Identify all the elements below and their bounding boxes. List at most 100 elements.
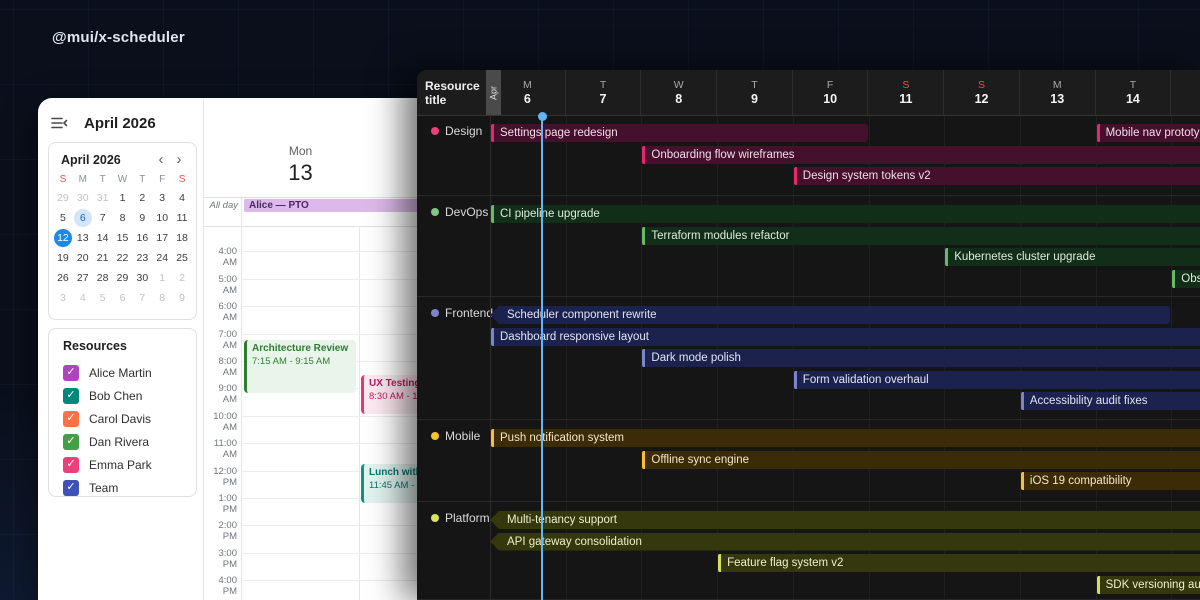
mini-calendar-day[interactable]: 30 (73, 188, 93, 207)
time-label: 3:00 PM (204, 548, 237, 570)
mini-calendar-day[interactable]: 6 (73, 208, 93, 227)
resource-checkbox[interactable]: ✓ (63, 365, 79, 381)
timeline-task-bar[interactable]: Feature flag system v2 (718, 554, 1200, 572)
mini-calendar-day[interactable]: 16 (132, 228, 152, 247)
timeline-task-bar[interactable]: Multi-tenancy support (490, 511, 1200, 529)
mini-calendar-day[interactable]: 20 (73, 248, 93, 267)
mini-calendar-day[interactable]: 3 (152, 188, 172, 207)
timeline-resource-row: DevOpsCI pipeline upgrade Terraform modul… (417, 196, 1200, 297)
mini-calendar-day[interactable]: 9 (172, 288, 192, 307)
mini-calendar-day[interactable]: 29 (53, 188, 73, 207)
mini-calendar-day[interactable]: 2 (172, 268, 192, 287)
mini-calendar-day-header: W (113, 171, 133, 187)
resource-name: Dan Rivera (89, 435, 149, 449)
mini-calendar-day[interactable]: 1 (152, 268, 172, 287)
timeline-day-header[interactable]: S11 (869, 70, 945, 115)
mini-calendar-day[interactable]: 24 (152, 248, 172, 267)
mini-calendar-day[interactable]: 21 (93, 248, 113, 267)
mini-calendar-day[interactable]: 14 (93, 228, 113, 247)
mini-calendar-day-header: T (132, 171, 152, 187)
prev-month-button[interactable]: ‹ (152, 152, 170, 168)
mini-calendar-day[interactable]: 29 (113, 268, 133, 287)
mini-calendar-day[interactable]: 2 (132, 188, 152, 207)
resource-item[interactable]: ✓ Dan Rivera (63, 430, 190, 453)
resource-checkbox[interactable]: ✓ (63, 457, 79, 473)
mini-calendar-day[interactable]: 30 (132, 268, 152, 287)
mini-calendar-day[interactable]: 15 (113, 228, 133, 247)
timeline-task-bar[interactable]: Scheduler component rewrite (490, 306, 1170, 324)
resource-checkbox[interactable]: ✓ (63, 388, 79, 404)
timeline-day-header[interactable]: T7 (566, 70, 642, 115)
resource-item[interactable]: ✓Emma Park (63, 453, 190, 476)
timeline-task-bar[interactable]: Dark mode polish (642, 349, 1200, 367)
mini-calendar-day[interactable]: 12 (53, 228, 73, 247)
timeline-day-header[interactable]: T14 (1096, 70, 1172, 115)
mini-calendar-day[interactable]: 27 (73, 268, 93, 287)
timeline-day-number: 10 (823, 93, 837, 105)
timeline-task-bar[interactable]: Form validation overhaul (794, 371, 1200, 389)
resource-checkbox[interactable]: ✓ (63, 480, 79, 496)
timeline-day-header[interactable]: T9 (717, 70, 793, 115)
time-label: 2:00 PM (204, 520, 237, 542)
timeline-task-bar[interactable]: Push notification system (491, 429, 1200, 447)
time-label: 4:00 AM (204, 246, 237, 268)
mini-calendar-day[interactable]: 26 (53, 268, 73, 287)
mini-calendar-day[interactable]: 13 (73, 228, 93, 247)
mini-calendar-day[interactable]: 18 (172, 228, 192, 247)
timeline-task-bar[interactable]: Design system tokens v2 (794, 167, 1200, 185)
mini-calendar-day[interactable]: 28 (93, 268, 113, 287)
timeline-resource-row: PlatformMulti-tenancy supportAPI gateway… (417, 502, 1200, 600)
timeline-task-bar[interactable]: SDK versioning automation (1097, 576, 1200, 594)
day-view-event[interactable]: Architecture Review7:15 AM - 9:15 AM (244, 340, 356, 393)
resource-checkbox[interactable]: ✓ (63, 434, 79, 450)
mini-calendar-day[interactable]: 23 (132, 248, 152, 267)
mini-calendar-day[interactable]: 8 (152, 288, 172, 307)
timeline-task-bar[interactable]: Kubernetes cluster upgrade (945, 248, 1200, 266)
timeline-day-letter: F (827, 80, 833, 90)
timeline-task-bar[interactable]: Mobile nav prototype (1097, 124, 1200, 142)
timeline-task-bar[interactable]: iOS 19 compatibility (1021, 472, 1200, 490)
mini-calendar-day[interactable]: 22 (113, 248, 133, 267)
mini-calendar-day[interactable]: 9 (132, 208, 152, 227)
timeline-resource-name: DevOps (445, 205, 488, 219)
resource-item[interactable]: ✓Team (63, 476, 190, 499)
timeline-day-header[interactable]: F 10 (793, 70, 869, 115)
timeline-day-letter: T (1130, 80, 1136, 90)
timeline-day-header[interactable]: M13 (1020, 70, 1096, 115)
mini-calendar-day[interactable]: 17 (152, 228, 172, 247)
timeline-task-bar[interactable]: Accessibility audit fixes (1021, 392, 1200, 410)
mini-calendar-day[interactable]: 5 (93, 288, 113, 307)
mini-calendar-day[interactable]: 5 (53, 208, 73, 227)
mini-calendar-day[interactable]: 25 (172, 248, 192, 267)
mini-calendar-day[interactable]: 7 (93, 208, 113, 227)
timeline-task-bar[interactable]: Offline sync engine (642, 451, 1200, 469)
mini-calendar-day[interactable]: 4 (73, 288, 93, 307)
resource-name: Carol Davis (89, 412, 151, 426)
mini-calendar-day[interactable]: 31 (93, 188, 113, 207)
next-month-button[interactable]: › (170, 152, 188, 168)
mini-calendar-day[interactable]: 19 (53, 248, 73, 267)
timeline-task-bar[interactable]: API gateway consolidation (490, 533, 1200, 551)
mini-calendar-day[interactable]: 8 (113, 208, 133, 227)
resource-checkbox[interactable]: ✓ (63, 411, 79, 427)
mini-calendar-day[interactable]: 11 (172, 208, 192, 227)
mini-calendar-day[interactable]: 6 (113, 288, 133, 307)
mini-calendar-day[interactable]: 10 (152, 208, 172, 227)
timeline-day-header[interactable]: M6 (490, 70, 566, 115)
timeline-task-bar[interactable]: Settings page redesign (491, 124, 868, 142)
timeline-task-bar[interactable]: Dashboard responsive layout (491, 328, 1200, 346)
mini-calendar-day[interactable]: 1 (113, 188, 133, 207)
menu-open-icon[interactable] (50, 114, 68, 132)
mini-calendar-day[interactable]: 7 (132, 288, 152, 307)
timeline-day-header[interactable]: S12 (944, 70, 1020, 115)
timeline-task-bar[interactable]: Observability (1172, 270, 1200, 288)
timeline-task-bar[interactable]: Onboarding flow wireframes (642, 146, 1200, 164)
resource-item[interactable]: ✓ Carol Davis (63, 407, 190, 430)
timeline-task-bar[interactable]: CI pipeline upgrade (491, 205, 1200, 223)
resource-item[interactable]: ✓Bob Chen (63, 384, 190, 407)
mini-calendar-day[interactable]: 4 (172, 188, 192, 207)
timeline-task-bar[interactable]: Terraform modules refactor (642, 227, 1200, 245)
mini-calendar-day[interactable]: 3 (53, 288, 73, 307)
resource-item[interactable]: ✓Alice Martin (63, 361, 190, 384)
timeline-day-header[interactable]: W8 (641, 70, 717, 115)
